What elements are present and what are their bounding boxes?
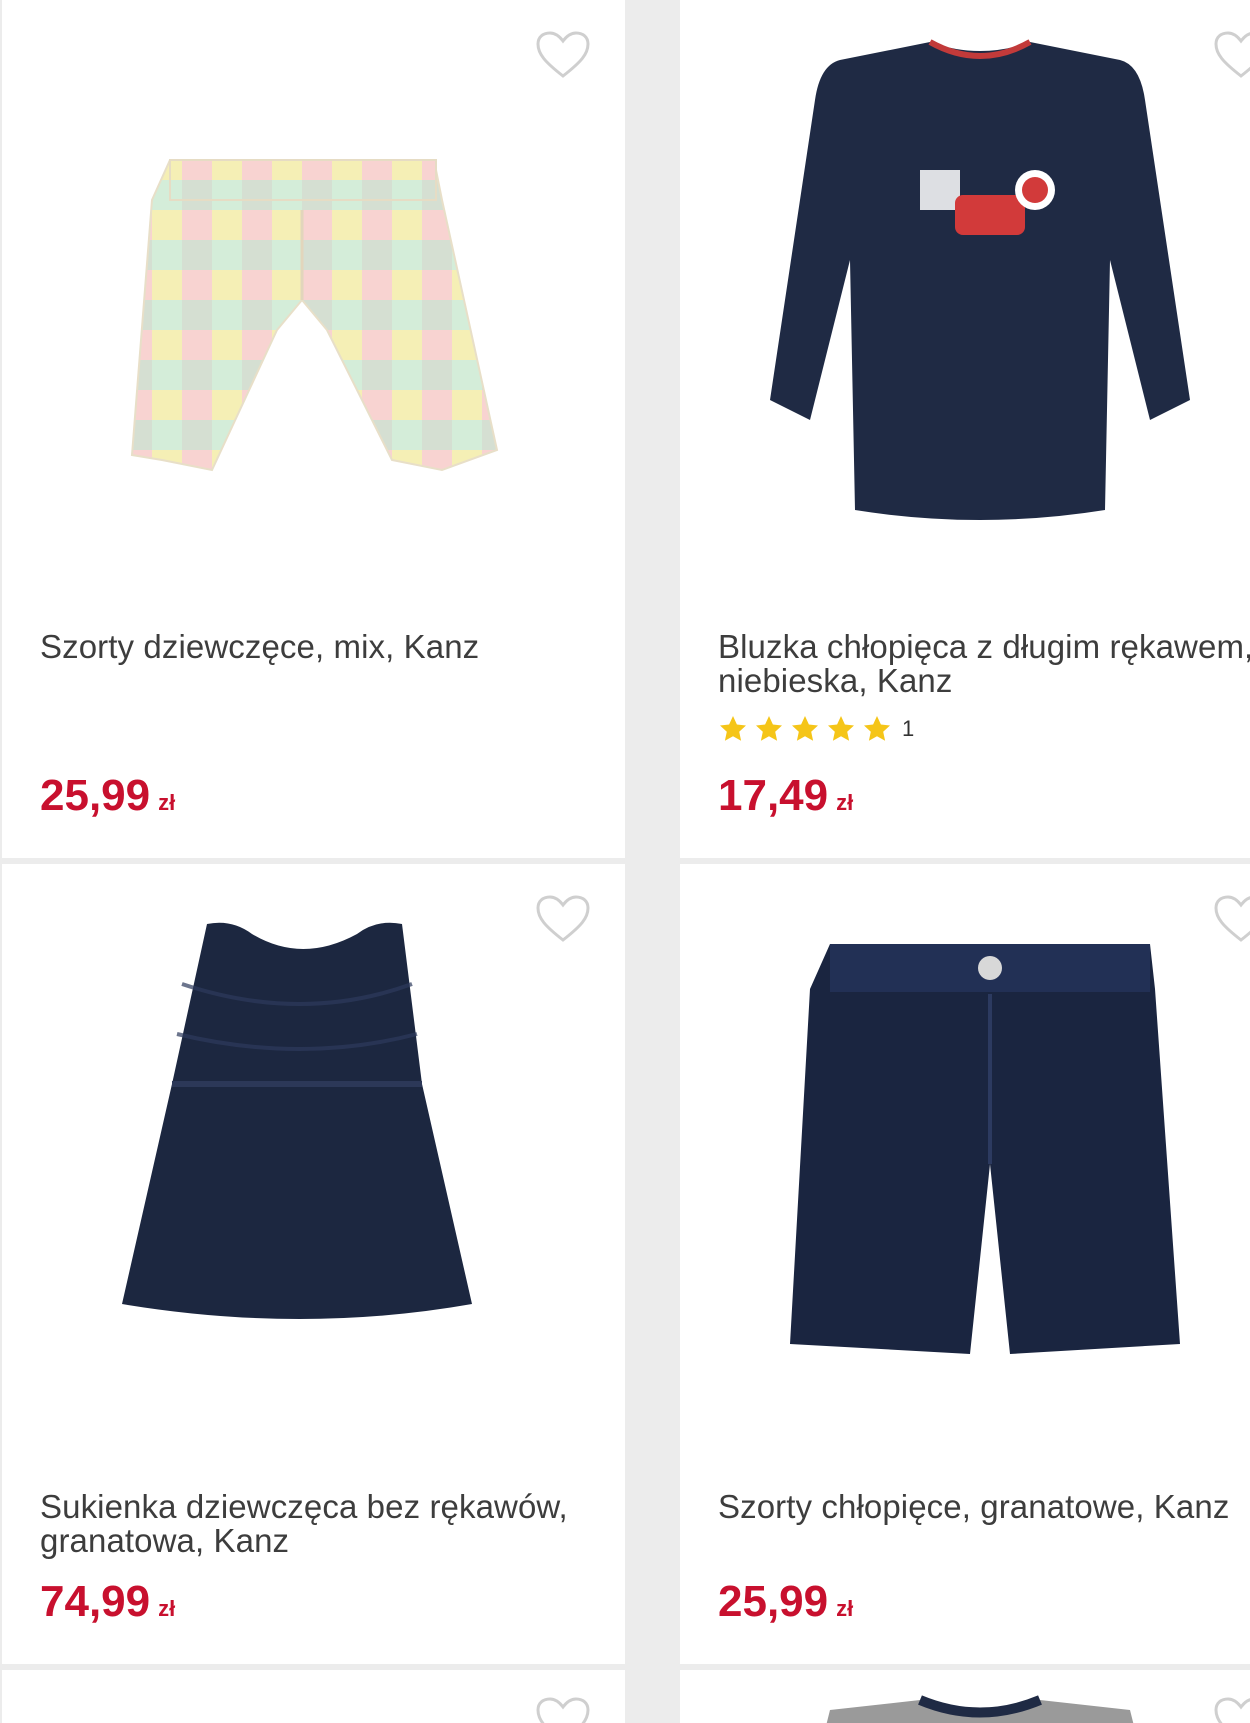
product-name[interactable]: Bluzka chłopięca z długim rękawem, niebi… xyxy=(718,630,1250,698)
favorite-heart-icon[interactable] xyxy=(1213,1696,1250,1723)
star-icon xyxy=(756,716,782,741)
product-name[interactable]: Szorty chłopięce, granatowe, Kanz xyxy=(718,1490,1250,1524)
star-icon xyxy=(792,716,818,741)
rating-count: 1 xyxy=(902,716,915,741)
product-image[interactable] xyxy=(2,0,625,600)
star-icon xyxy=(864,716,890,741)
price-amount: 74,99 xyxy=(40,1577,151,1626)
price-currency: zł xyxy=(158,1596,176,1621)
price-amount: 25,99 xyxy=(718,1577,829,1626)
price-currency: zł xyxy=(836,1596,854,1621)
product-card[interactable] xyxy=(680,1670,1250,1723)
product-card[interactable]: Sukienka dziewczęca bez rękawów, granato… xyxy=(2,864,625,1664)
price-currency: zł xyxy=(158,790,176,815)
product-price: 25,99 zł xyxy=(40,772,175,827)
product-name[interactable]: Sukienka dziewczęca bez rękawów, granato… xyxy=(40,1490,600,1558)
product-card[interactable]: Szorty chłopięce, granatowe, Kanz 25,99 z… xyxy=(680,864,1250,1664)
product-image[interactable] xyxy=(2,864,625,1464)
product-card[interactable] xyxy=(2,1670,625,1723)
product-card[interactable]: Szorty dziewczęce, mix, Kanz 25,99 zł xyxy=(2,0,625,858)
price-amount: 25,99 xyxy=(40,771,151,820)
product-price: 25,99 zł xyxy=(718,1578,853,1633)
product-card[interactable]: Bluzka chłopięca z długim rękawem, niebi… xyxy=(680,0,1250,858)
favorite-heart-icon[interactable] xyxy=(535,1696,591,1723)
product-price: 17,49 zł xyxy=(718,772,853,827)
product-grid: Szorty dziewczęce, mix, Kanz 25,99 zł Blu… xyxy=(0,0,1250,1723)
product-price: 74,99 zł xyxy=(40,1578,175,1633)
price-currency: zł xyxy=(836,790,854,815)
product-image[interactable] xyxy=(680,864,1250,1464)
product-name[interactable]: Szorty dziewczęce, mix, Kanz xyxy=(40,630,600,664)
price-amount: 17,49 xyxy=(718,771,829,820)
rating: 1 xyxy=(718,712,914,746)
product-image[interactable] xyxy=(680,1670,1250,1723)
product-image[interactable] xyxy=(680,0,1250,600)
star-icon xyxy=(828,716,854,741)
star-icon xyxy=(720,716,746,741)
